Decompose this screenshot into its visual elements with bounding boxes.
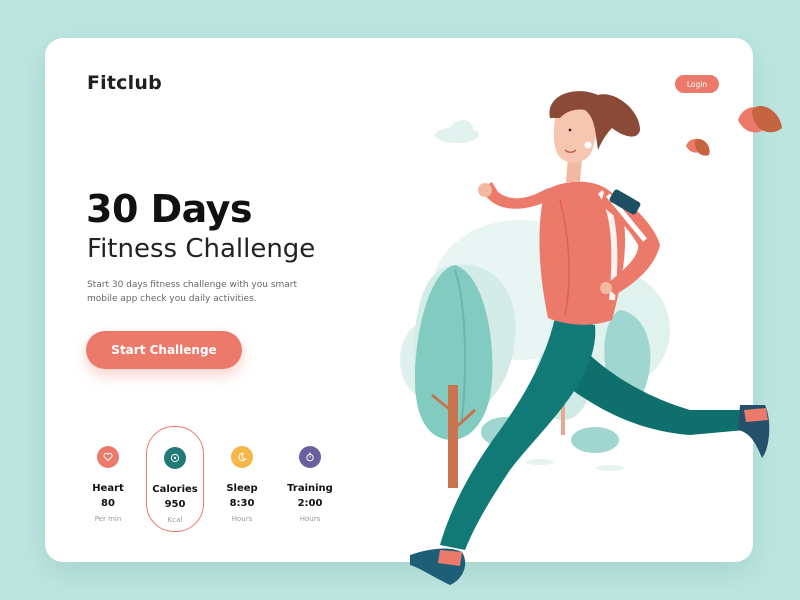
runner-illustration (400, 91, 782, 585)
leaves (686, 106, 782, 156)
cloud-shape (435, 120, 479, 143)
